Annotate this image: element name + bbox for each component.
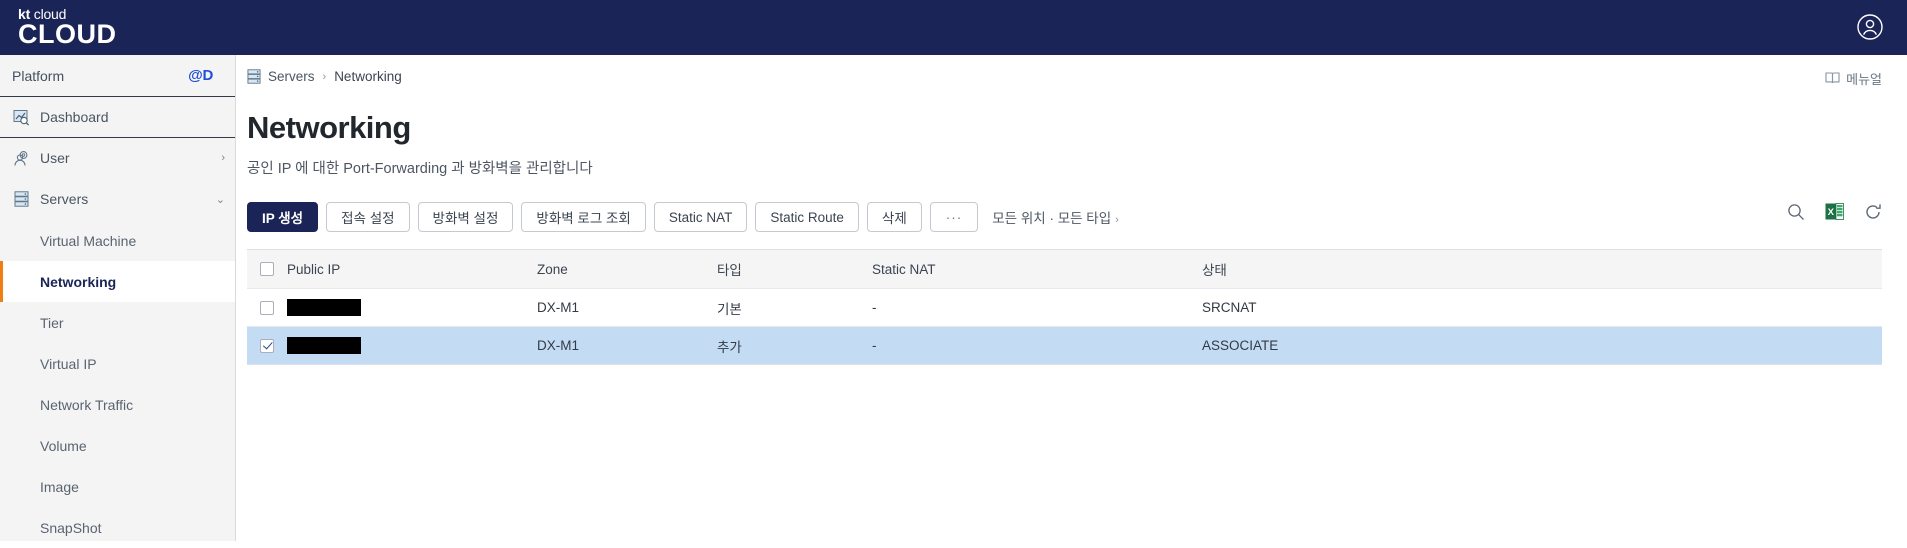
sidebar-subitem-label: Networking [40,273,117,290]
page-description: 공인 IP 에 대한 Port-Forwarding 과 방화벽을 관리합니다 [247,161,593,177]
toolbar-icon-group: X [1787,202,1882,221]
static-route-button[interactable]: Static Route [755,202,859,232]
sidebar-item-networking[interactable]: Networking [0,261,235,302]
delete-button[interactable]: 삭제 [866,202,922,232]
column-header-public-ip[interactable]: Public IP [287,262,537,277]
cell-type: 기본 [717,301,742,317]
breadcrumb: Servers › Networking [247,69,1907,84]
manual-label: 메뉴얼 [1846,72,1882,87]
breadcrumb-parent-link[interactable]: Servers [268,69,315,84]
search-icon[interactable] [1787,203,1805,221]
sidebar-item-tier[interactable]: Tier [0,302,235,343]
column-header-zone[interactable]: Zone [537,262,717,277]
networking-table: Public IP Zone 타입 Static NAT 상태 DX-M1 기본… [247,249,1882,365]
sidebar-subitem-label: Virtual Machine [40,232,137,249]
sidebar-item-label: User [40,150,70,166]
table-row[interactable]: DX-M1 기본 - SRCNAT [247,288,1882,326]
row-checkbox[interactable] [260,338,274,353]
redacted-ip-value [287,299,361,316]
chevron-right-icon: › [221,152,225,164]
top-navigation-bar: kt cloud CLOUD [0,0,1907,55]
row-checkbox[interactable] [260,300,274,315]
refresh-icon[interactable] [1864,203,1882,221]
column-header-type[interactable]: 타입 [717,259,872,279]
column-header-static-nat[interactable]: Static NAT [872,262,1202,277]
manual-link[interactable]: 메뉴얼 [1825,69,1882,88]
main-content: Servers › Networking 메뉴얼 Networking 공인 I… [236,55,1907,541]
more-actions-button[interactable]: ··· [929,202,979,232]
sidebar-item-dashboard[interactable]: Dashboard [0,97,235,138]
cell-type: 추가 [717,339,742,355]
server-rack-icon [247,69,261,84]
firewall-log-view-button[interactable]: 방화벽 로그 조회 [521,202,646,232]
sidebar-subitem-label: Tier [40,314,64,331]
cell-static-nat: - [872,338,877,353]
sidebar-item-volume[interactable]: Volume [0,425,235,466]
cell-zone: DX-M1 [537,300,580,315]
filter-label: 모든 위치 · 모든 타입 [992,211,1112,226]
sidebar-subitem-label: SnapShot [40,519,102,536]
table-header-row: Public IP Zone 타입 Static NAT 상태 [247,250,1882,288]
user-gear-icon [12,149,30,167]
sidebar-subitem-label: Virtual IP [40,355,97,372]
sidebar-item-servers[interactable]: Servers ⌄ [0,179,235,220]
sidebar-item-virtual-machine[interactable]: Virtual Machine [0,220,235,261]
column-header-state[interactable]: 상태 [1202,259,1882,279]
table-row[interactable]: DX-M1 추가 - ASSOCIATE [247,326,1882,364]
page-title: Networking [247,110,411,145]
sidebar-item-label: Servers [40,191,89,207]
platform-header: Platform @D [0,55,235,97]
breadcrumb-separator: › [322,70,327,83]
filter-location-type-link[interactable]: 모든 위치 · 모든 타입 › [992,207,1119,227]
dashboard-chart-icon [12,108,30,126]
row-checkbox-cell [247,338,287,353]
book-icon [1825,71,1840,87]
chevron-right-icon: › [1115,214,1119,226]
platform-label: Platform [12,67,65,84]
platform-badge: @D [188,67,213,84]
logo-cloud-text: CLOUD [18,19,117,50]
sidebar-item-user[interactable]: User › [0,138,235,179]
row-checkbox-cell [247,300,287,315]
sidebar-subitem-label: Volume [40,437,87,454]
select-all-checkbox-cell [247,262,287,276]
cell-state: ASSOCIATE [1202,338,1279,353]
static-nat-button[interactable]: Static NAT [653,202,748,232]
user-circle-icon[interactable] [1855,12,1885,42]
sidebar-item-label: Dashboard [40,109,109,125]
redacted-ip-value [287,337,361,354]
cell-zone: DX-M1 [537,338,580,353]
svg-text:X: X [1828,207,1835,218]
select-all-checkbox[interactable] [260,262,274,276]
connection-settings-button[interactable]: 접속 설정 [326,202,410,232]
sidebar-item-virtual-ip[interactable]: Virtual IP [0,343,235,384]
cell-public-ip [287,337,537,354]
chevron-down-icon: ⌄ [215,193,225,206]
kt-cloud-logo[interactable]: kt cloud CLOUD [18,7,117,48]
sidebar: Platform @D Dashboard User › Servers ⌄ V… [0,55,236,541]
sidebar-subitem-label: Network Traffic [40,396,134,413]
sidebar-item-network-traffic[interactable]: Network Traffic [0,384,235,425]
cell-state: SRCNAT [1202,300,1257,315]
firewall-settings-button[interactable]: 방화벽 설정 [417,202,514,232]
server-rack-icon [12,190,30,208]
breadcrumb-current: Networking [334,69,402,84]
sidebar-item-snapshot[interactable]: SnapShot [0,507,235,548]
cell-static-nat: - [872,300,877,315]
sidebar-subitem-label: Image [40,478,79,495]
cell-public-ip [287,299,537,316]
action-toolbar: IP 생성 접속 설정 방화벽 설정 방화벽 로그 조회 Static NAT … [247,202,1907,232]
create-ip-button[interactable]: IP 생성 [247,202,319,232]
sidebar-item-image[interactable]: Image [0,466,235,507]
excel-export-icon[interactable]: X [1825,202,1844,221]
